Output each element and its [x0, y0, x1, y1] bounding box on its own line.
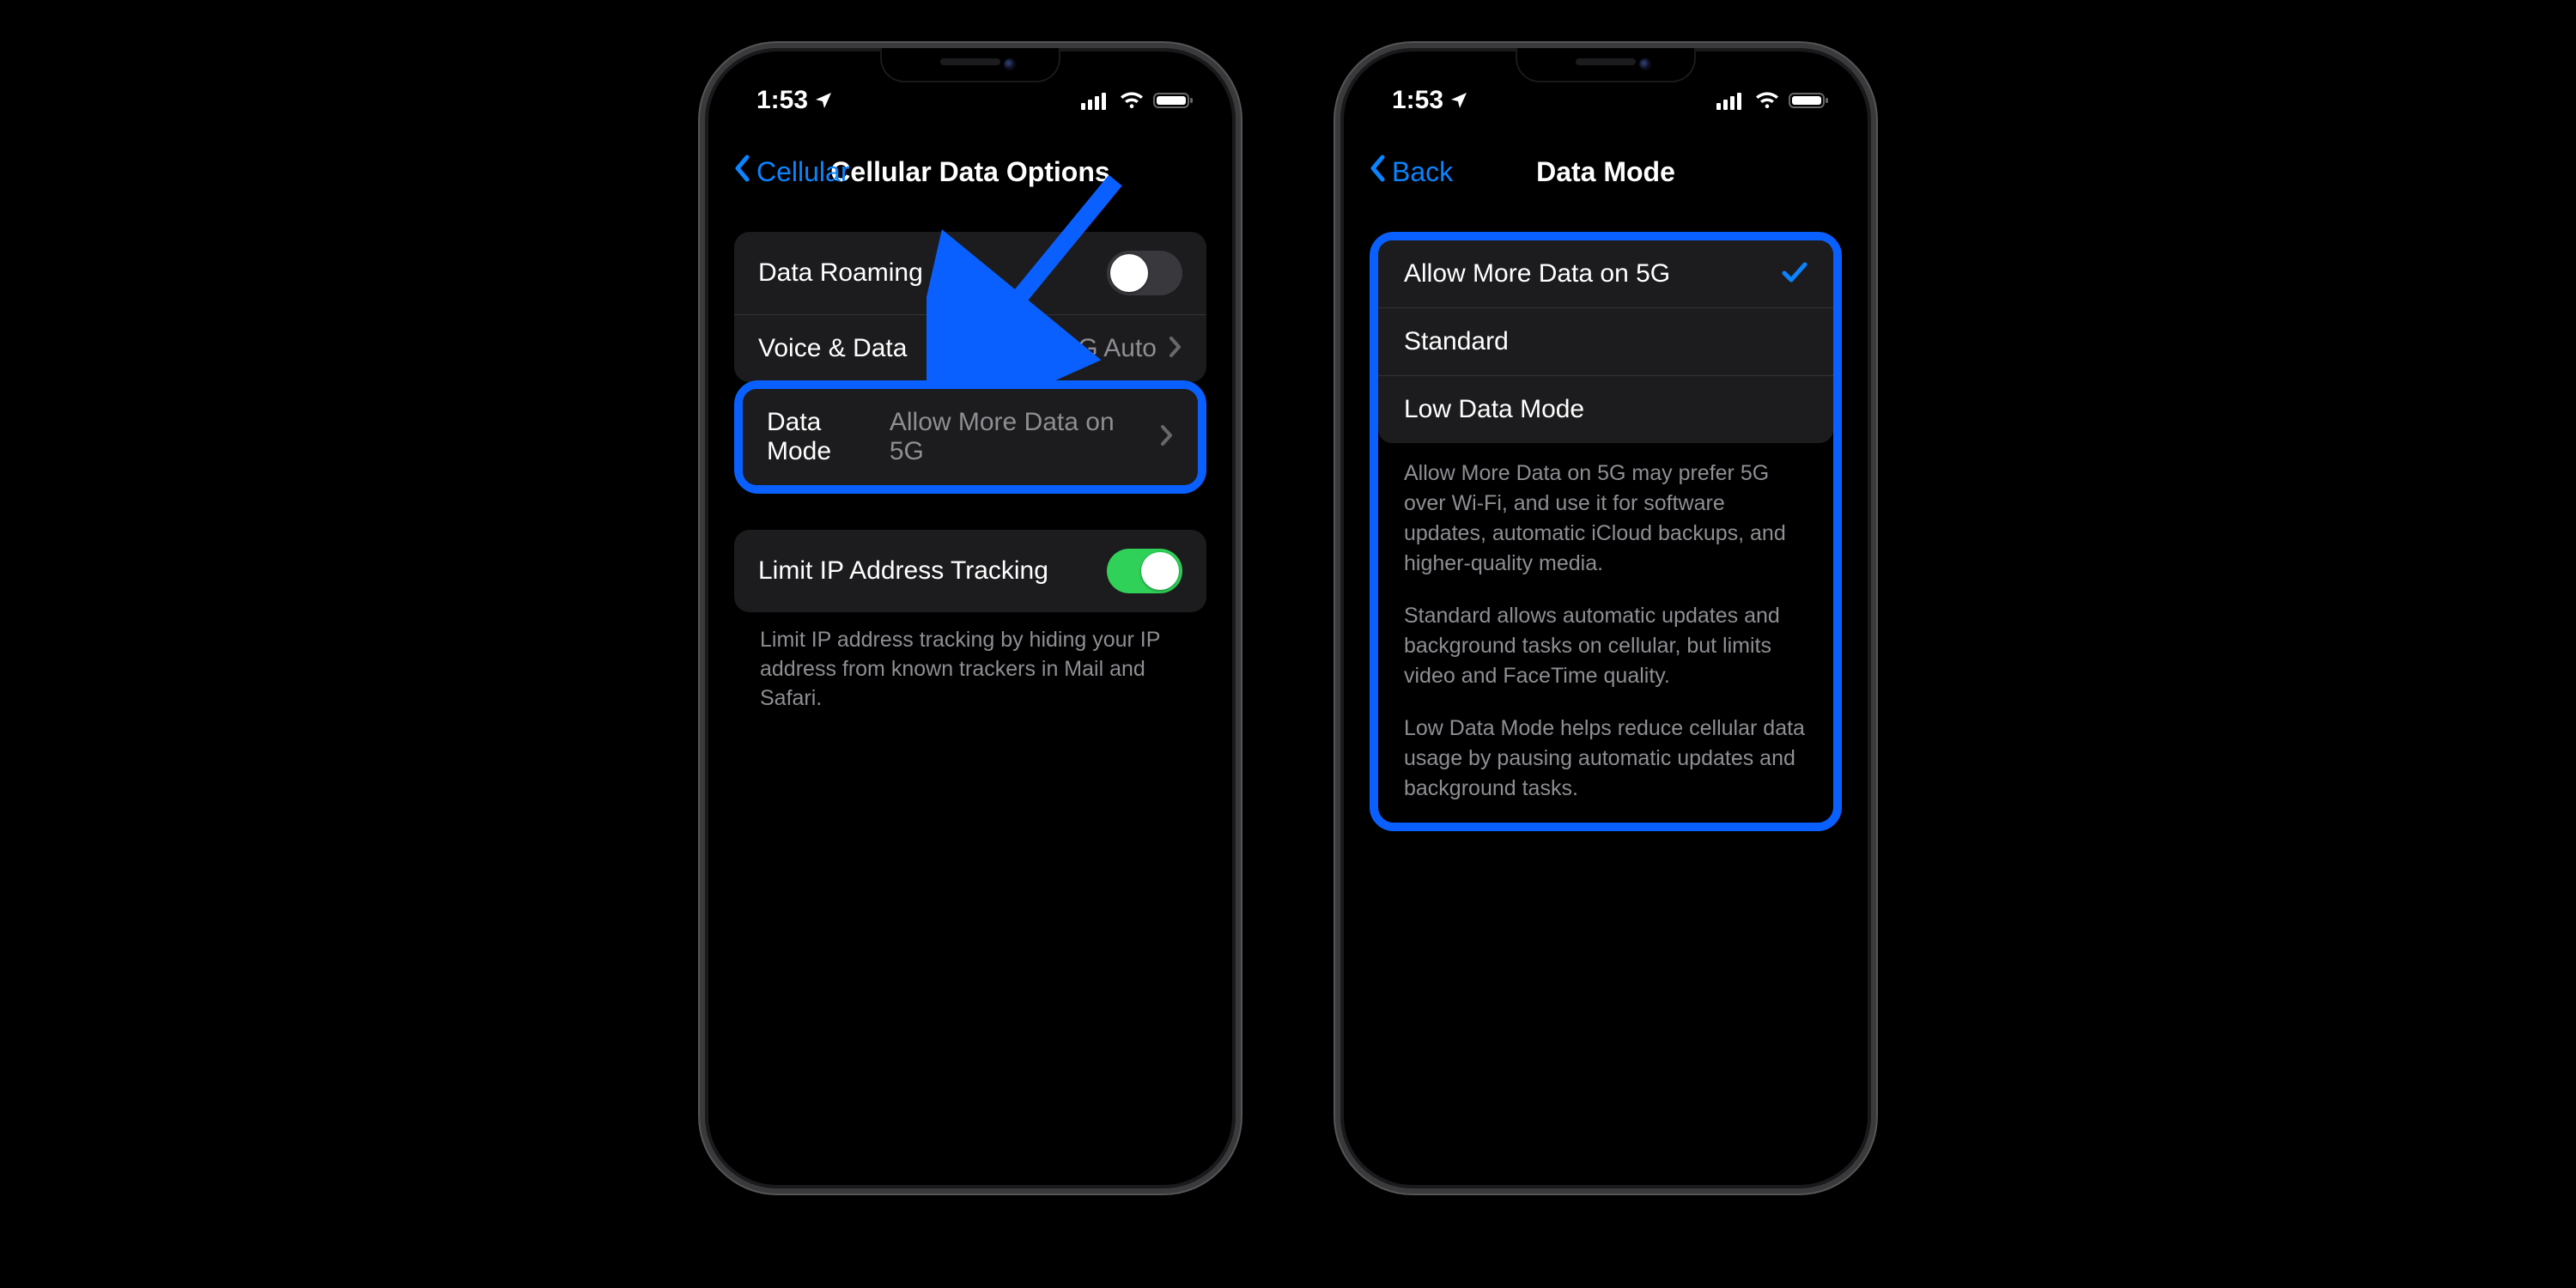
option-label: Low Data Mode — [1404, 395, 1584, 424]
limit-ip-tracking-row[interactable]: Limit IP Address Tracking — [734, 530, 1206, 612]
settings-group-2: Limit IP Address Tracking — [734, 530, 1206, 612]
back-label: Back — [1392, 156, 1453, 188]
location-icon — [813, 90, 834, 111]
chevron-right-icon — [1160, 424, 1174, 451]
back-label: Cellular — [756, 156, 849, 188]
nav-bar: Back Data Mode — [1347, 137, 1864, 206]
option-label: Standard — [1404, 327, 1509, 356]
status-time: 1:53 — [756, 86, 808, 115]
phone-frame-left: 1:53 — [700, 43, 1241, 1194]
wifi-icon — [1754, 91, 1780, 110]
back-button[interactable]: Cellular — [732, 154, 849, 190]
annotation-highlight-data-mode: Data Mode Allow More Data on 5G — [734, 380, 1206, 494]
limit-ip-toggle[interactable] — [1107, 549, 1182, 593]
option-standard[interactable]: Standard — [1378, 307, 1833, 375]
desc-p2: Standard allows automatic updates and ba… — [1404, 601, 1807, 691]
limit-ip-footer: Limit IP address tracking by hiding your… — [734, 612, 1206, 713]
annotation-highlight-options: Allow More Data on 5G Standard Low Data … — [1370, 232, 1842, 831]
limit-ip-label: Limit IP Address Tracking — [758, 556, 1048, 586]
notch — [1516, 48, 1696, 82]
battery-icon — [1153, 91, 1194, 110]
nav-bar: Cellular Cellular Data Options — [712, 137, 1229, 206]
voice-data-value: 5G Auto — [1064, 334, 1157, 363]
checkmark-icon — [1782, 260, 1807, 289]
data-mode-value: Allow More Data on 5G — [890, 408, 1148, 466]
options-description: Allow More Data on 5G may prefer 5G over… — [1378, 443, 1833, 823]
desc-p1: Allow More Data on 5G may prefer 5G over… — [1404, 459, 1807, 579]
cellular-signal-icon — [1716, 91, 1746, 110]
chevron-right-icon — [1169, 336, 1182, 362]
chevron-left-icon — [732, 154, 753, 190]
data-roaming-row[interactable]: Data Roaming — [734, 232, 1206, 314]
option-allow-more-5g[interactable]: Allow More Data on 5G — [1378, 240, 1833, 307]
data-roaming-toggle[interactable] — [1107, 251, 1182, 295]
settings-group-1: Data Roaming Voice & Data 5G Auto — [734, 232, 1206, 382]
desc-p3: Low Data Mode helps reduce cellular data… — [1404, 714, 1807, 804]
data-mode-label: Data Mode — [767, 408, 890, 466]
phone-frame-right: 1:53 — [1335, 43, 1876, 1194]
back-button[interactable]: Back — [1368, 154, 1453, 190]
voice-data-label: Voice & Data — [758, 334, 907, 363]
option-label: Allow More Data on 5G — [1404, 259, 1670, 289]
cellular-signal-icon — [1081, 91, 1110, 110]
notch — [880, 48, 1060, 82]
page-title: Cellular Data Options — [830, 156, 1109, 188]
status-time: 1:53 — [1392, 86, 1443, 115]
data-mode-row[interactable]: Data Mode Allow More Data on 5G — [743, 389, 1198, 485]
location-icon — [1449, 90, 1469, 111]
data-mode-options-group: Allow More Data on 5G Standard Low Data … — [1378, 240, 1833, 443]
option-low-data-mode[interactable]: Low Data Mode — [1378, 375, 1833, 443]
wifi-icon — [1119, 91, 1145, 110]
battery-icon — [1789, 91, 1830, 110]
data-roaming-label: Data Roaming — [758, 258, 923, 288]
chevron-left-icon — [1368, 154, 1388, 190]
page-title: Data Mode — [1536, 156, 1675, 188]
voice-and-data-row[interactable]: Voice & Data 5G Auto — [734, 314, 1206, 382]
